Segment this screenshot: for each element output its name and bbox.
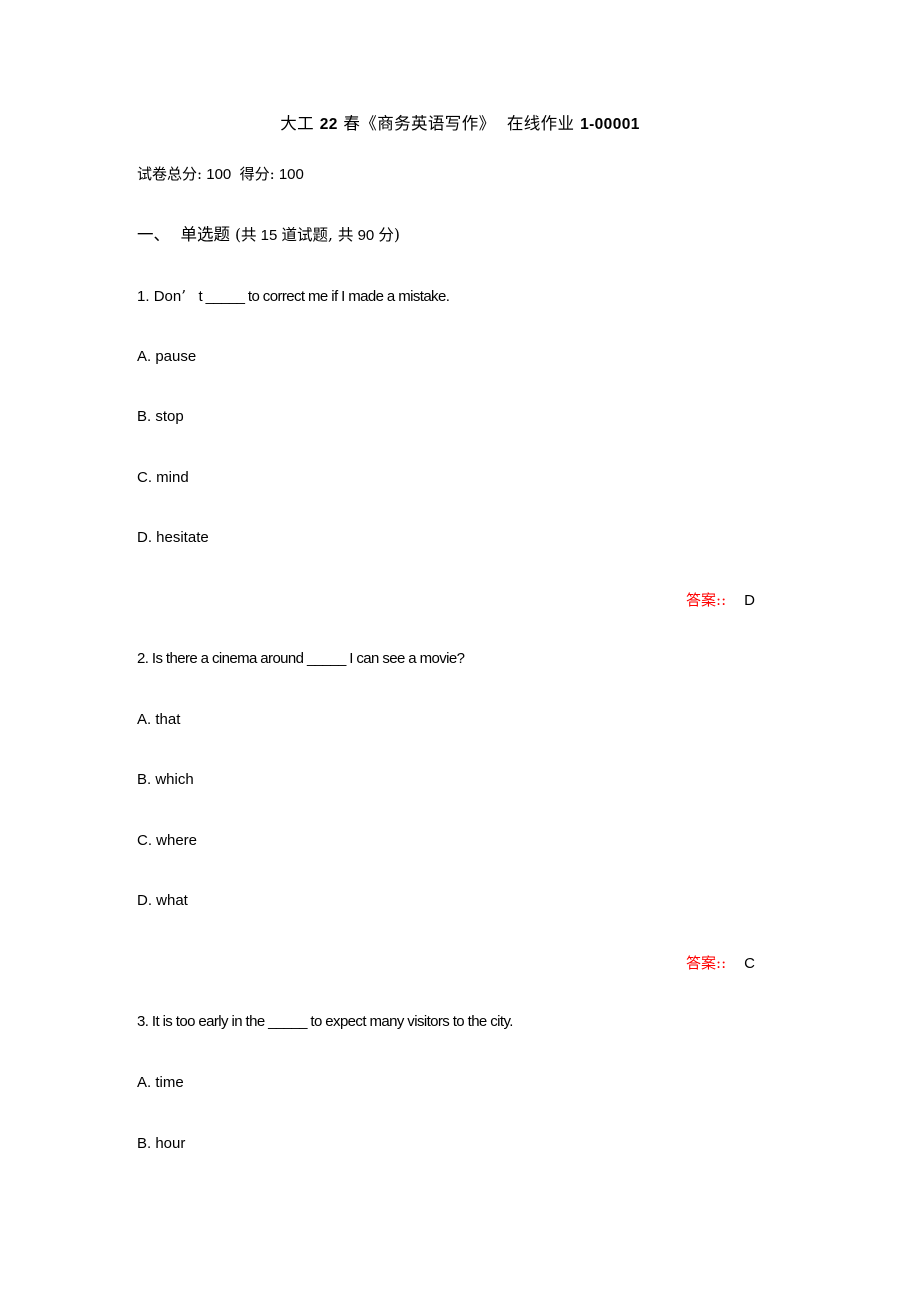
option-label: C. where (137, 832, 198, 849)
page-title-course: 春《商务英语写作》 (343, 114, 496, 133)
earned-score-value: 100 (278, 166, 304, 183)
question-3-option-a[interactable]: A. time (137, 1072, 184, 1094)
score-summary: 试卷总分: 100 得分: 100 (137, 163, 304, 186)
answer-label: 答案:: (686, 954, 727, 972)
option-label: B. stop (137, 408, 184, 425)
question-2-option-c[interactable]: C. where (137, 830, 197, 852)
section-meta-mid: 道试题, 共 (281, 226, 354, 244)
question-2-option-d[interactable]: D. what (137, 890, 188, 912)
question-1-option-c[interactable]: C. mind (137, 467, 189, 489)
option-label: D. what (137, 892, 188, 909)
answer-label: 答案:: (686, 591, 727, 609)
option-label: A. that (137, 711, 181, 728)
answer-row-1: 答案:: D (137, 589, 755, 612)
section-question-count: 15 (260, 227, 278, 244)
total-score-value: 100 (206, 166, 232, 183)
section-heading: 一、 单选题 (共 15 道试题, 共 90 分) (137, 223, 400, 248)
option-label: C. mind (137, 469, 189, 486)
answer-row-2: 答案:: C (137, 952, 755, 975)
question-1-text-before: Don (153, 288, 182, 305)
section-meta-open: (共 (234, 226, 257, 244)
question-stem-1: 1. Don’ t _____ to correct me if I made … (137, 285, 450, 308)
question-stem-3: 3. It is too early in the _____ to expec… (137, 1011, 513, 1033)
question-2-option-b[interactable]: B. which (137, 769, 194, 791)
question-2-option-a[interactable]: A. that (137, 709, 180, 731)
question-1-number: 1. (137, 288, 150, 305)
answer-value-1: D (744, 592, 755, 609)
question-3-option-b[interactable]: B. hour (137, 1133, 185, 1155)
total-score-label: 试卷总分: (137, 165, 203, 183)
answer-value-2: C (744, 955, 755, 972)
option-label: D. hesitate (137, 529, 209, 546)
page-title-code: 1-00001 (580, 116, 640, 133)
option-label: B. hour (137, 1135, 186, 1152)
page-title: 大工 22 春《商务英语写作》 在线作业 1-00001 (137, 112, 783, 137)
question-1-option-b[interactable]: B. stop (137, 406, 184, 428)
option-label: B. which (137, 771, 194, 788)
option-label: A. pause (137, 348, 197, 365)
question-stem-2: 2. Is there a cinema around _____ I can … (137, 648, 465, 670)
question-1-text-after: t _____ to correct me if I made a mistak… (198, 288, 450, 305)
section-index: 一、 (137, 225, 170, 244)
page-title-subject: 大工 (280, 114, 315, 133)
page-title-type: 在线作业 (506, 114, 575, 133)
question-2-text: 2. Is there a cinema around _____ I can … (137, 650, 465, 667)
section-meta-close: 分) (378, 226, 400, 244)
option-label: A. time (137, 1074, 184, 1091)
exam-page: 大工 22 春《商务英语写作》 在线作业 1-00001 试卷总分: 100 得… (0, 0, 920, 1302)
question-1-option-d[interactable]: D. hesitate (137, 527, 209, 549)
section-point-total: 90 (357, 227, 375, 244)
section-name: 单选题 (180, 225, 231, 244)
question-1-option-a[interactable]: A. pause (137, 346, 196, 368)
earned-score-label: 得分: (239, 165, 275, 183)
question-3-text: 3. It is too early in the _____ to expec… (137, 1013, 513, 1030)
page-title-year: 22 (319, 116, 338, 133)
